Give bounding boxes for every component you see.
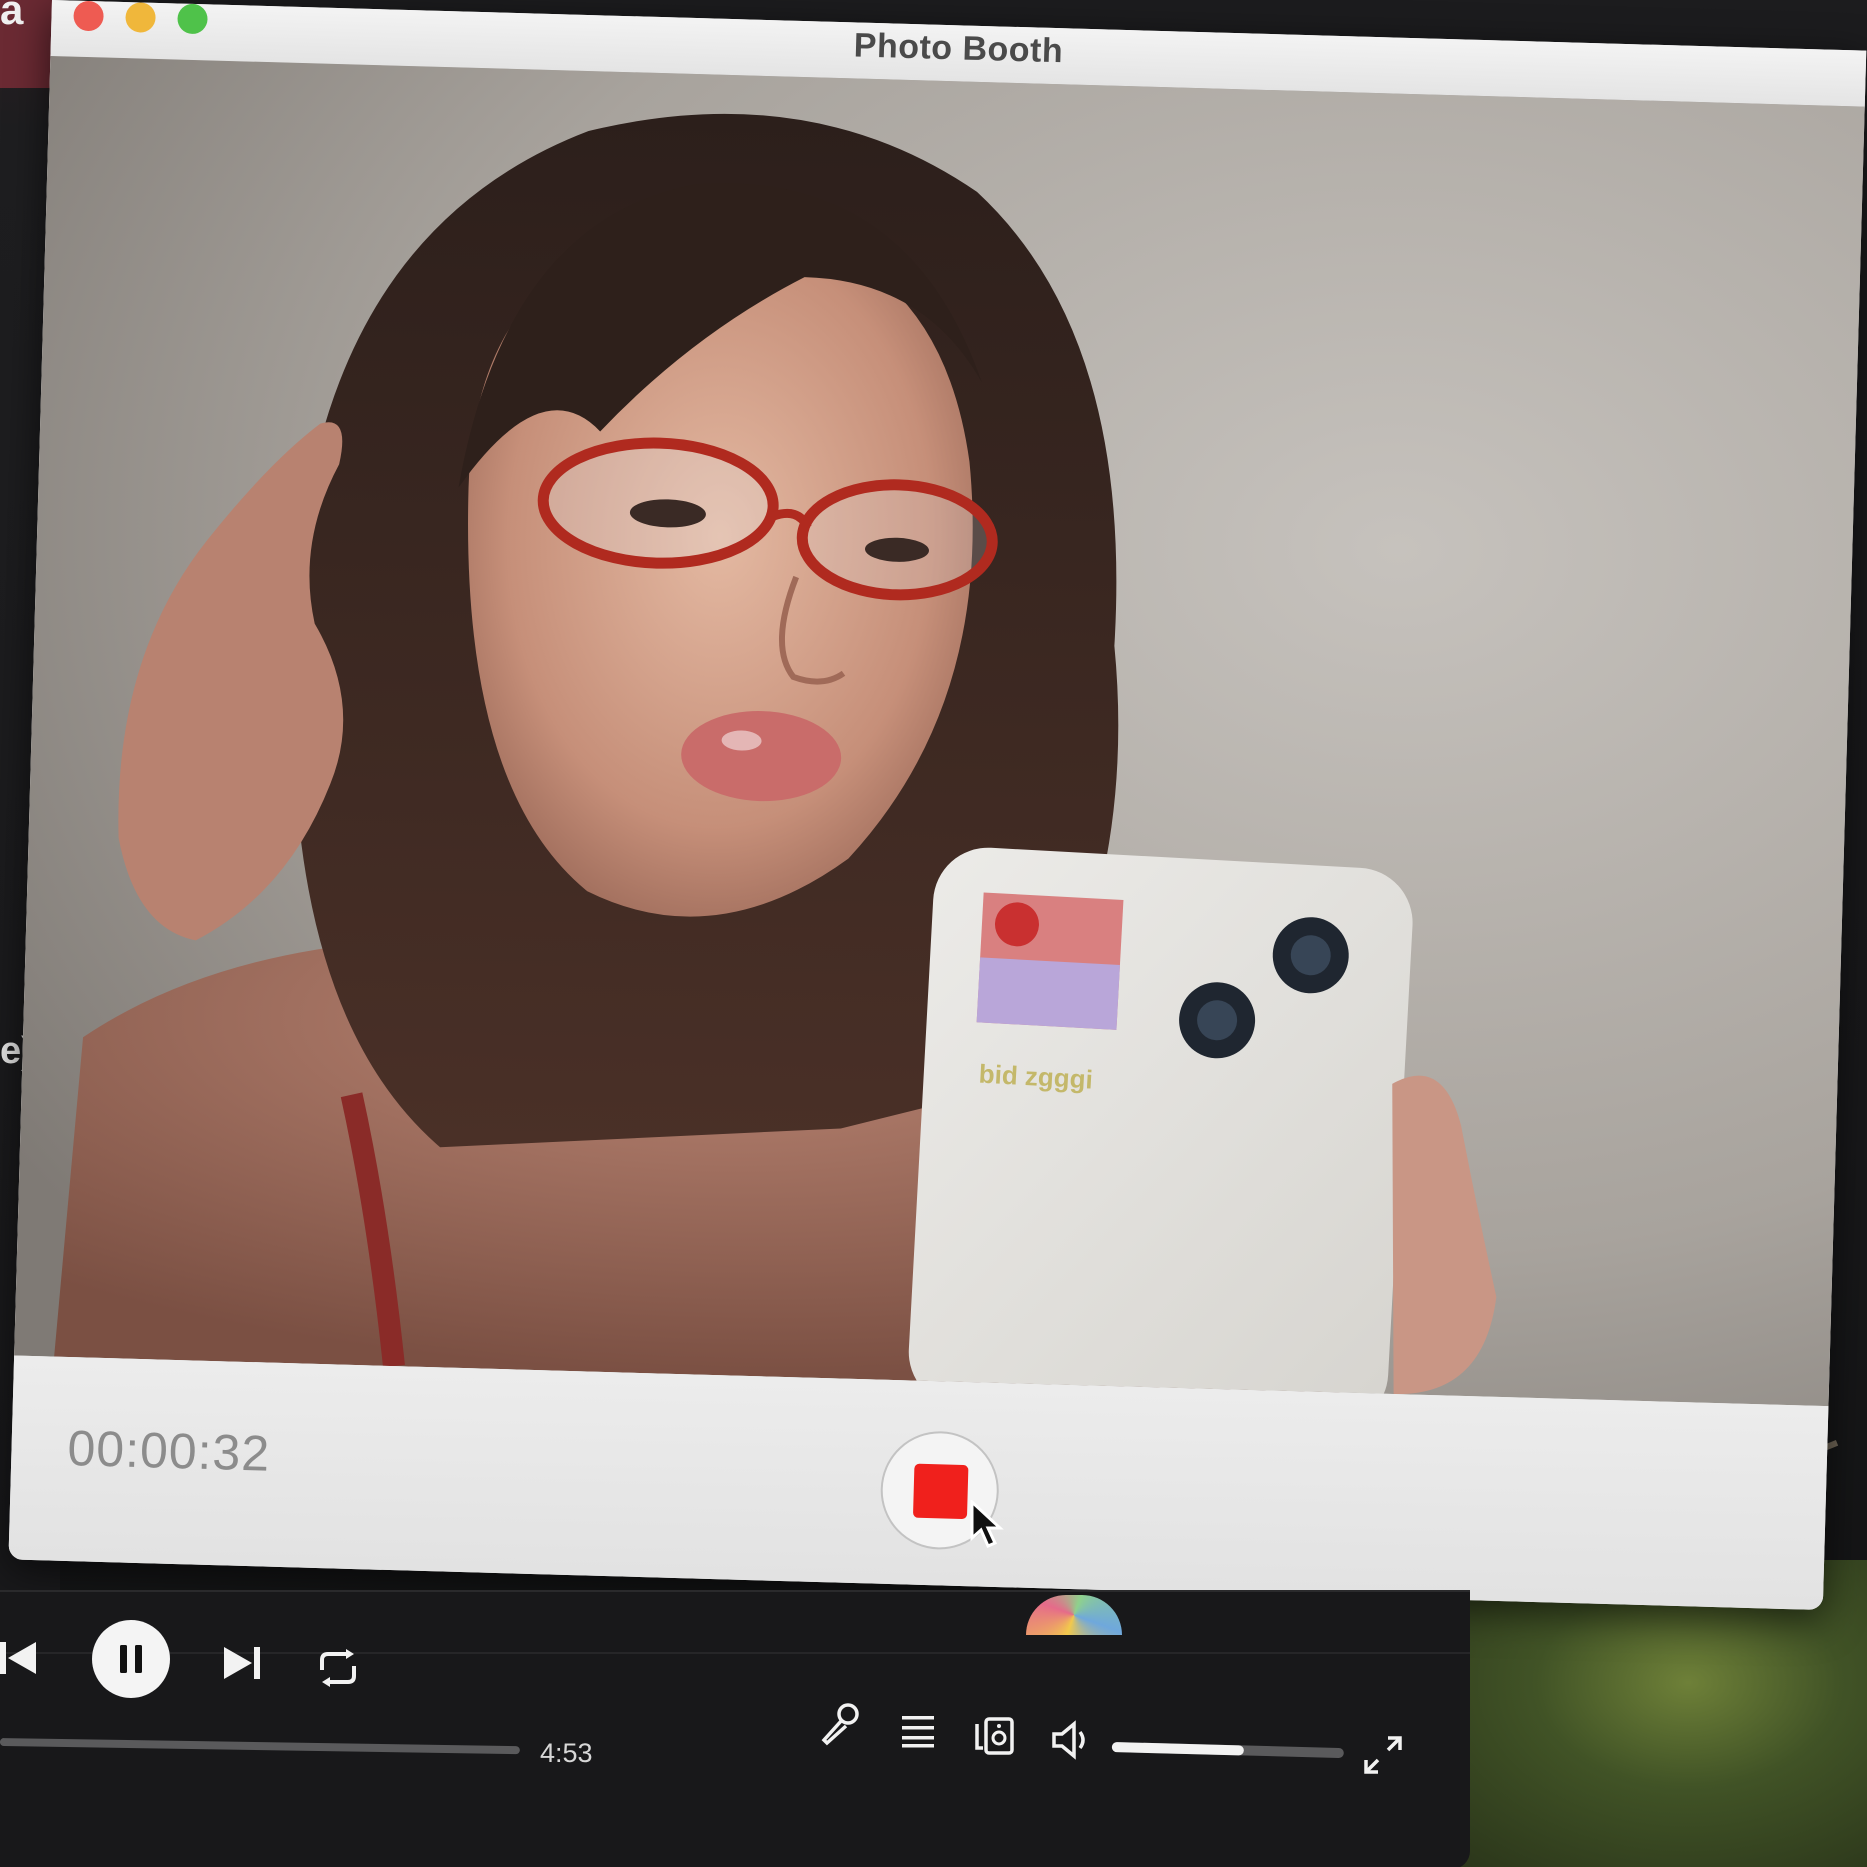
queue-button[interactable] bbox=[898, 1710, 938, 1755]
mouse-cursor-icon bbox=[968, 1498, 1008, 1550]
photo-booth-window: Photo Booth bid zgggi 00:00:32 bbox=[8, 0, 1867, 1611]
fullscreen-icon bbox=[1364, 1736, 1402, 1774]
track-duration: 4:53 bbox=[540, 1738, 593, 1768]
connect-device-button[interactable] bbox=[974, 1716, 1018, 1761]
music-player bbox=[0, 1590, 1470, 1867]
lyrics-button[interactable] bbox=[818, 1702, 862, 1751]
previous-icon bbox=[0, 1642, 36, 1674]
microphone-icon bbox=[821, 1703, 859, 1746]
next-icon bbox=[224, 1647, 260, 1679]
background-app-letter: a bbox=[0, 0, 24, 33]
recording-timer: 00:00:32 bbox=[66, 1420, 271, 1482]
previous-track-button[interactable] bbox=[0, 1638, 42, 1678]
repeat-button[interactable] bbox=[316, 1648, 360, 1688]
camera-preview: bid zgggi bbox=[14, 55, 1865, 1407]
screen: a e) Photo Booth bid zgggi 00:00:32 4:53 bbox=[0, 0, 1867, 1867]
queue-icon bbox=[902, 1716, 934, 1748]
repeat-icon bbox=[320, 1649, 356, 1687]
pause-icon bbox=[120, 1645, 142, 1673]
player-divider bbox=[0, 1652, 1470, 1654]
mute-button[interactable] bbox=[1050, 1720, 1094, 1765]
volume-icon bbox=[1052, 1720, 1085, 1760]
fullscreen-button[interactable] bbox=[1362, 1734, 1404, 1781]
next-track-button[interactable] bbox=[222, 1644, 262, 1682]
connect-devices-icon bbox=[975, 1717, 1014, 1755]
phone-case-text: bid zgggi bbox=[978, 1058, 1094, 1094]
pause-button[interactable] bbox=[92, 1620, 170, 1698]
stop-icon bbox=[912, 1463, 969, 1520]
